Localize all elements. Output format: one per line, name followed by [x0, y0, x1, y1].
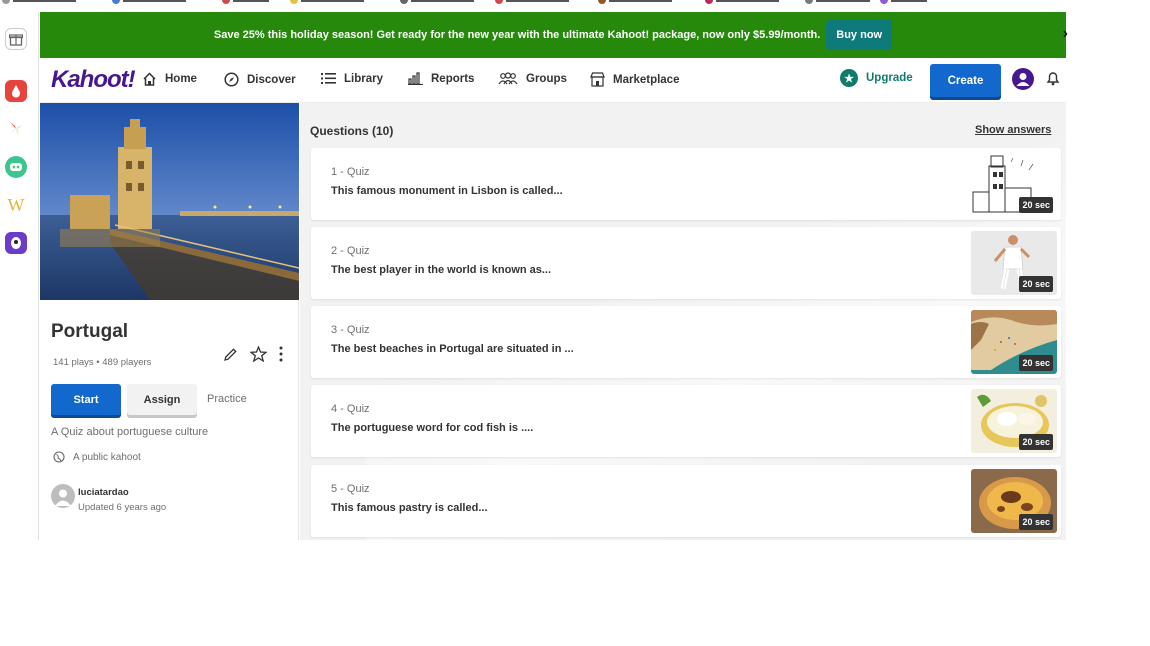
question-text: The portuguese word for cod fish is .... — [331, 422, 534, 434]
nav-groups-label: Groups — [526, 72, 567, 85]
kahoot-description: A Quiz about portuguese culture — [51, 426, 209, 438]
question-text: The best beaches in Portugal are situate… — [331, 343, 574, 355]
kahoot-actions — [223, 345, 283, 367]
bookmark-item[interactable]: ▬▬▬▬▬▬▬ — [598, 0, 672, 6]
cover-image — [40, 103, 299, 300]
bookmark-item[interactable]: ▬▬▬▬▬▬▬ — [705, 0, 779, 6]
nav-marketplace[interactable]: Marketplace — [590, 72, 679, 87]
author-name[interactable]: luciatardao — [78, 487, 129, 498]
pencil-icon[interactable] — [223, 347, 238, 367]
question-card[interactable]: 3 - Quiz The best beaches in Portugal ar… — [311, 306, 1061, 378]
home-icon — [143, 72, 156, 86]
page-root: ▬▬▬▬▬▬▬ ▬▬▬▬▬▬▬ ▬▬▬▬ ▬▬▬▬▬▬▬ ▬▬▬▬▬▬▬ ▬▬▬… — [0, 0, 1150, 646]
question-type: 1 - Quiz — [331, 166, 370, 178]
kahoot-title: Portugal — [51, 321, 129, 342]
bookmark-item[interactable]: ▬▬▬▬ — [880, 0, 927, 6]
nav-reports[interactable]: Reports — [408, 72, 474, 85]
bookmark-item[interactable]: ▬▬▬▬▬▬ — [805, 0, 870, 6]
store-icon — [590, 72, 605, 87]
play-stats: 141 plays • 489 players — [53, 357, 152, 368]
kahoot-logo[interactable]: Kahoot! — [51, 66, 136, 94]
bookmark-item[interactable]: ▬▬▬▬▬▬▬ — [112, 0, 186, 6]
buy-now-button[interactable]: Buy now — [826, 20, 893, 50]
nav-reports-label: Reports — [431, 72, 475, 85]
globe-icon — [53, 451, 65, 463]
bookmark-item[interactable]: ▬▬▬▬▬▬▬ — [290, 0, 364, 6]
groups-icon — [498, 72, 518, 85]
bar-chart-icon — [408, 72, 423, 85]
time-limit-badge: 20 sec — [1019, 355, 1053, 371]
extension-robot-icon[interactable] — [5, 156, 27, 178]
show-answers-button[interactable]: Show answers — [975, 124, 1051, 136]
extension-pinwheel-icon[interactable] — [5, 118, 27, 140]
question-type: 4 - Quiz — [331, 403, 370, 415]
question-card[interactable]: 4 - Quiz The portuguese word for cod fis… — [311, 385, 1061, 457]
extension-monster-icon[interactable] — [5, 232, 27, 254]
question-card[interactable]: 2 - Quiz The best player in the world is… — [311, 227, 1061, 299]
promo-message: Save 25% this holiday season! Get ready … — [213, 29, 821, 41]
bookmark-item[interactable]: ▬▬▬▬▬▬▬ — [400, 0, 474, 6]
time-limit-badge: 20 sec — [1019, 197, 1053, 213]
updated-text: Updated 6 years ago — [78, 502, 167, 513]
time-limit-badge: 20 sec — [1019, 514, 1053, 530]
nav-discover[interactable]: Discover — [224, 72, 296, 87]
question-text: This famous monument in Lisbon is called… — [331, 185, 563, 197]
bookmark-item[interactable]: ▬▬▬▬▬▬▬ — [495, 0, 569, 6]
top-navigation: Kahoot! Home Discover Library Reports Gr… — [40, 58, 1066, 103]
upgrade-button[interactable]: ★ Upgrade — [840, 69, 913, 87]
chevron-right-icon[interactable]: › — [1063, 25, 1068, 43]
bell-icon[interactable] — [1046, 70, 1060, 91]
question-type: 2 - Quiz — [331, 245, 370, 257]
question-card[interactable]: 1 - Quiz This famous monument in Lisbon … — [311, 148, 1061, 220]
more-options-icon[interactable] — [279, 346, 283, 367]
bookmark-item[interactable]: ▬▬▬▬▬▬▬ — [2, 0, 76, 6]
assign-button[interactable]: Assign — [127, 384, 197, 415]
nav-groups[interactable]: Groups — [498, 72, 567, 85]
nav-marketplace-label: Marketplace — [613, 73, 680, 86]
nav-library[interactable]: Library — [321, 72, 383, 85]
question-type: 3 - Quiz — [331, 324, 370, 336]
questions-heading: Questions (10) — [310, 124, 394, 138]
list-icon — [321, 73, 336, 84]
nav-home-label: Home — [165, 73, 197, 85]
extension-w-icon[interactable]: W — [5, 194, 27, 216]
visibility-info: A public kahoot — [53, 451, 141, 463]
questions-panel: Questions (10) Show answers 1 - Quiz Thi… — [300, 103, 1066, 540]
user-avatar[interactable] — [1012, 68, 1034, 90]
upgrade-label: Upgrade — [866, 72, 913, 84]
question-text: This famous pastry is called... — [331, 502, 488, 514]
bookmarks-bar: ▬▬▬▬▬▬▬ ▬▬▬▬▬▬▬ ▬▬▬▬ ▬▬▬▬▬▬▬ ▬▬▬▬▬▬▬ ▬▬▬… — [0, 0, 1150, 7]
nav-discover-label: Discover — [247, 73, 296, 86]
extensions-rail: W — [0, 12, 39, 540]
kahoot-details-panel: Portugal 141 plays • 489 players Start A… — [40, 103, 299, 540]
nav-library-label: Library — [344, 72, 383, 85]
practice-button[interactable]: Practice — [207, 393, 247, 405]
extension-drop-icon[interactable] — [5, 80, 27, 102]
question-type: 5 - Quiz — [331, 483, 370, 495]
question-card[interactable]: 5 - Quiz This famous pastry is called...… — [311, 465, 1061, 537]
time-limit-badge: 20 sec — [1019, 434, 1053, 450]
star-icon: ★ — [840, 69, 858, 87]
bookmark-item[interactable]: ▬▬▬▬ — [222, 0, 269, 6]
gift-icon[interactable] — [5, 28, 27, 50]
start-button[interactable]: Start — [51, 384, 121, 415]
question-text: The best player in the world is known as… — [331, 264, 552, 276]
time-limit-badge: 20 sec — [1019, 276, 1053, 292]
author-avatar[interactable] — [51, 484, 75, 508]
star-outline-icon[interactable] — [249, 345, 268, 367]
nav-home[interactable]: Home — [142, 72, 197, 86]
visibility-label: A public kahoot — [73, 451, 141, 463]
compass-icon — [224, 72, 239, 87]
create-button[interactable]: Create — [930, 64, 1001, 97]
promo-banner: Save 25% this holiday season! Get ready … — [40, 12, 1068, 58]
